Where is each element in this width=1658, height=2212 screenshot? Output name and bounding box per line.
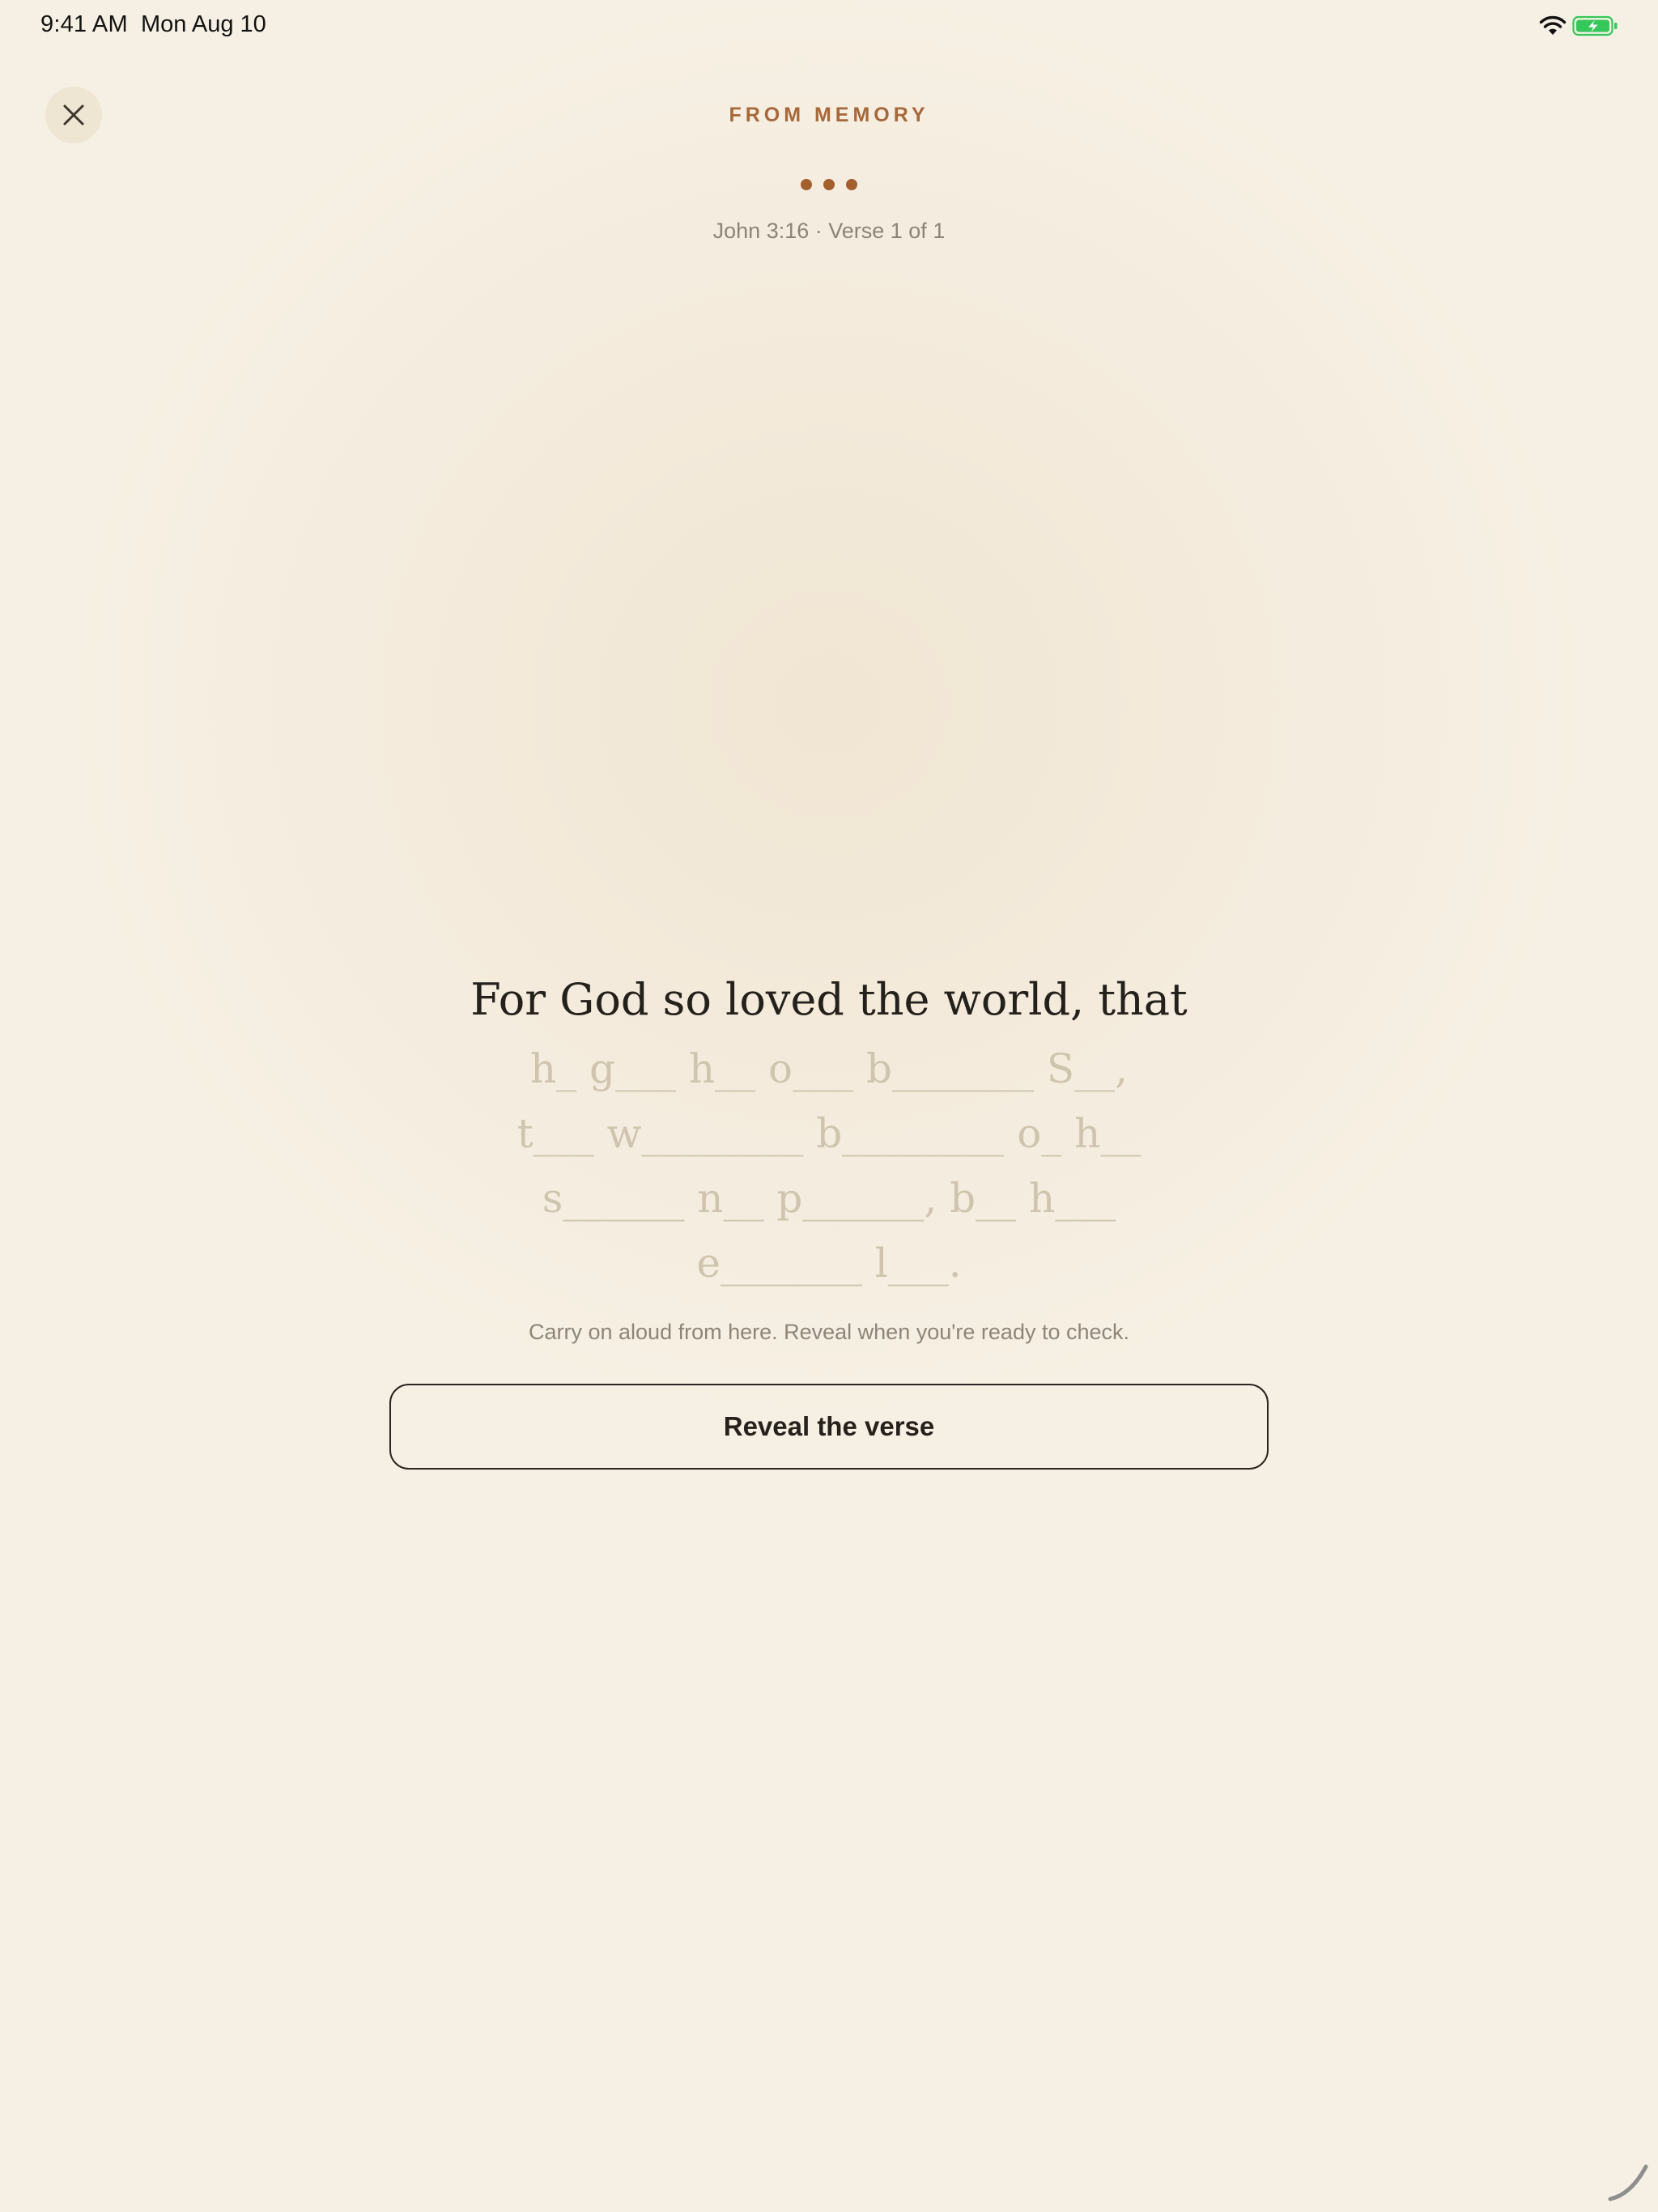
status-bar: 9:41 AM Mon Aug 10 (0, 0, 1658, 52)
progress-dot (846, 179, 857, 190)
verse-reference: John 3:16 · Verse 1 of 1 (712, 219, 946, 243)
verse-hint-line: e_______ l___. (696, 1240, 962, 1287)
wifi-icon (1539, 15, 1567, 35)
progress-dot (823, 179, 835, 190)
verse-hint-line: s______ n__ p______, b__ h___ (542, 1175, 1116, 1222)
mode-title: FROM MEMORY (729, 104, 929, 126)
progress-dot (801, 179, 812, 190)
verse-hint-line: t___ w________ b________ o_ h__ (517, 1110, 1141, 1157)
status-time: 9:41 AM (40, 11, 128, 37)
battery-charging-icon (1572, 15, 1618, 36)
instruction-text: Carry on aloud from here. Reveal when yo… (528, 1320, 1130, 1344)
verse-hint-line: h_ g___ h__ o___ b_______ S__, (529, 1045, 1129, 1092)
verse-text: For God so loved the world, that h_ g___… (424, 963, 1234, 1295)
reveal-verse-label: Reveal the verse (723, 1411, 935, 1441)
reveal-verse-button[interactable]: Reveal the verse (389, 1384, 1269, 1470)
progress-dots-icon (801, 179, 857, 190)
status-date: Mon Aug 10 (141, 11, 266, 37)
scroll-indicator-icon (1608, 2164, 1648, 2201)
verse-known-line: For God so loved the world, that (470, 974, 1188, 1025)
